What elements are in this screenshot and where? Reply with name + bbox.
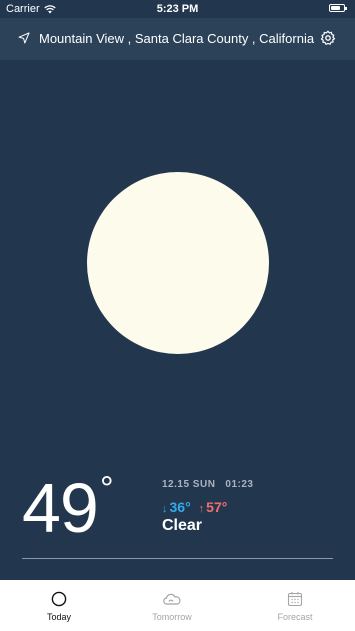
battery-icon	[329, 4, 347, 12]
status-time: 5:23 PM	[156, 3, 199, 15]
tab-tomorrow[interactable]: Tomorrow	[113, 580, 231, 631]
divider	[22, 558, 333, 559]
tab-label: Tomorrow	[152, 612, 192, 622]
arrow-up-icon: ↑	[198, 503, 205, 515]
high-temperature: ↑ 57°	[198, 499, 228, 515]
degree-symbol: °	[100, 470, 114, 508]
time-label: 01:23	[225, 479, 254, 490]
temperature-range: ↓ 36° ↑ 57°	[162, 499, 227, 515]
tab-label: Today	[46, 612, 72, 622]
location-title[interactable]: Mountain View , Santa Clara County , Cal…	[39, 31, 314, 46]
current-temperature: 49	[22, 469, 99, 547]
low-temperature: ↓ 36°	[162, 499, 191, 515]
tab-bar: Today Tomorrow Forecast	[0, 580, 355, 631]
navigation-arrow-icon[interactable]	[18, 32, 30, 44]
tab-today[interactable]: Today	[0, 580, 118, 631]
circle-icon	[51, 591, 67, 607]
condition-label: Clear	[162, 517, 203, 534]
gear-icon[interactable]	[320, 30, 336, 46]
date-label: 12.15 SUN	[162, 479, 216, 490]
tab-forecast[interactable]: Forecast	[236, 580, 354, 631]
tab-label: Forecast	[277, 612, 313, 622]
status-bar: Carrier 5:23 PM	[0, 0, 355, 18]
cloud-sun-icon	[163, 593, 181, 605]
calendar-icon	[287, 592, 303, 607]
header: Mountain View , Santa Clara County , Cal…	[0, 18, 355, 60]
arrow-down-icon: ↓	[162, 503, 168, 515]
date-time: 12.15 SUN 01:23	[162, 479, 254, 490]
sun-icon	[87, 172, 269, 354]
